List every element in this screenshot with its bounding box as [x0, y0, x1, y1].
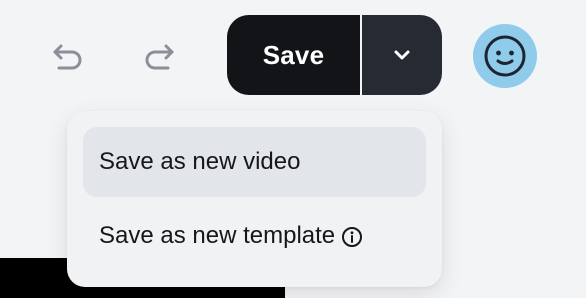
menu-item-save-as-new-video[interactable]: Save as new video: [83, 127, 426, 197]
menu-item-save-as-new-template[interactable]: Save as new template: [83, 201, 426, 271]
save-options-menu: Save as new video Save as new template: [67, 111, 442, 287]
info-icon[interactable]: [341, 226, 363, 248]
save-button[interactable]: Save: [227, 15, 360, 95]
redo-icon: [145, 44, 174, 70]
smiley-face-icon: [484, 35, 526, 77]
menu-item-label: Save as new video: [99, 148, 301, 175]
menu-item-label: Save as new template: [99, 222, 336, 249]
save-options-button[interactable]: [362, 15, 442, 95]
avatar[interactable]: [473, 24, 537, 88]
undo-button[interactable]: [46, 35, 90, 79]
save-button-group: Save: [227, 15, 442, 95]
undo-icon: [53, 44, 82, 70]
editor-top-bar: Save Save as new video Save as new templ…: [0, 0, 586, 298]
chevron-down-icon: [394, 50, 410, 60]
redo-button[interactable]: [137, 35, 181, 79]
